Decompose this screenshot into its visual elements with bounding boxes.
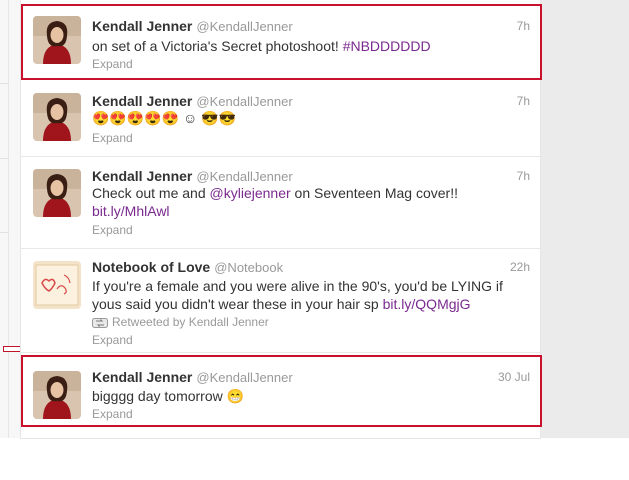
tweet-text-content: on Seventeen Mag cover!!	[290, 185, 458, 201]
expand-link[interactable]: Expand	[92, 333, 133, 347]
tweet[interactable]: Kendall Jenner @KendallJenner 30 Jul bigg…	[21, 355, 542, 427]
avatar[interactable]	[33, 169, 81, 217]
tweet-timestamp[interactable]: 22h	[510, 260, 530, 274]
right-gutter	[541, 0, 629, 438]
tweet-timestamp[interactable]: 7h	[517, 94, 530, 108]
tweet-fullname[interactable]: Notebook of Love	[92, 259, 210, 275]
retweet-context: Retweeted by Kendall Jenner	[92, 315, 269, 329]
retweeted-by-label[interactable]: Retweeted by Kendall Jenner	[112, 315, 269, 329]
expand-link[interactable]: Expand	[92, 57, 133, 71]
expand-link[interactable]: Expand	[92, 407, 133, 421]
expand-link[interactable]: Expand	[92, 131, 133, 145]
tweet-fullname[interactable]: Kendall Jenner	[92, 93, 192, 109]
tweet-text-content: on set of a Victoria's Secret photoshoot…	[92, 38, 343, 54]
tweet-fullname[interactable]: Kendall Jenner	[92, 369, 192, 385]
avatar[interactable]	[33, 16, 81, 64]
tweet-text: on set of a Victoria's Secret photoshoot…	[92, 37, 532, 55]
tweet-timestamp[interactable]: 7h	[517, 169, 530, 183]
tweet-timestamp[interactable]: 30 Jul	[498, 370, 530, 384]
tweet-username[interactable]: @KendallJenner	[196, 19, 292, 34]
retweet-icon	[92, 317, 108, 328]
left-gutter	[0, 0, 20, 438]
hashtag-link[interactable]: #NBDDDDDD	[343, 38, 431, 54]
tweet-timestamp[interactable]: 7h	[517, 19, 530, 33]
left-tab-line	[0, 158, 9, 159]
url-link[interactable]: bit.ly/MhlAwl	[92, 203, 170, 219]
tweet-fullname[interactable]: Kendall Jenner	[92, 168, 192, 184]
tweet-text: If you're a female and you were alive in…	[92, 277, 522, 313]
mention-link[interactable]: @kyliejenner	[210, 185, 291, 201]
tweet[interactable]: Kendall Jenner @KendallJenner 7h on set o…	[21, 4, 542, 80]
avatar[interactable]	[33, 93, 81, 141]
tweet-text-content: Check out me and	[92, 185, 210, 201]
avatar[interactable]	[33, 371, 81, 419]
tweet[interactable]: Notebook of Love @Notebook 22h If you're …	[21, 249, 542, 353]
tweet-username[interactable]: @KendallJenner	[196, 370, 292, 385]
avatar[interactable]	[33, 261, 81, 309]
tweet-username[interactable]: @Notebook	[214, 260, 283, 275]
url-link[interactable]: bit.ly/QQMgjG	[383, 296, 471, 312]
tweet[interactable]: Kendall Jenner @KendallJenner 7h Check ou…	[21, 157, 542, 249]
left-selection-marker	[3, 346, 21, 352]
tweet-username[interactable]: @KendallJenner	[196, 169, 292, 184]
tweet[interactable]: Kendall Jenner @KendallJenner 7h 😍😍😍😍😍 ☺ …	[21, 80, 542, 157]
timeline: Kendall Jenner @KendallJenner 7h on set o…	[20, 0, 542, 438]
tweet-text: bigggg day tomorrow 😁	[92, 388, 245, 404]
left-divider	[8, 0, 9, 438]
timeline-bottom-border	[20, 438, 541, 439]
left-tab-line	[0, 83, 9, 84]
tweet-username[interactable]: @KendallJenner	[196, 94, 292, 109]
tweet-text: Check out me and @kyliejenner on Sevente…	[92, 184, 517, 220]
tweet-fullname[interactable]: Kendall Jenner	[92, 18, 192, 34]
left-tab-line	[0, 232, 9, 233]
tweet-text: 😍😍😍😍😍 ☺ 😎😎	[92, 110, 237, 126]
expand-link[interactable]: Expand	[92, 223, 133, 237]
